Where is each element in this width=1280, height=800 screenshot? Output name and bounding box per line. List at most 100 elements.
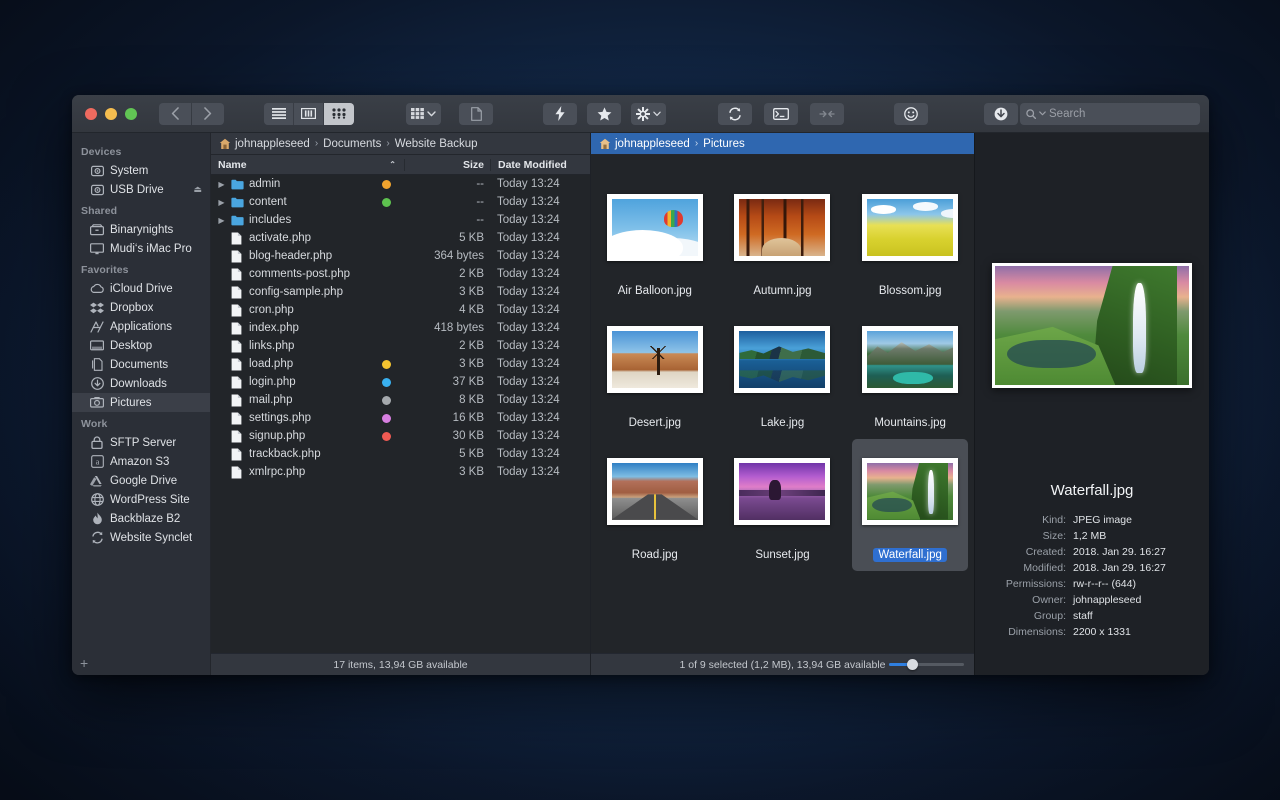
column-header-size[interactable]: Size <box>404 159 490 171</box>
icon-view-button[interactable] <box>324 103 354 125</box>
table-row[interactable]: ▶config-sample.php3 KBToday 13:24 <box>211 283 590 301</box>
sidebar-item-pictures[interactable]: Pictures <box>72 393 210 412</box>
sidebar-item-binarynights[interactable]: Binarynights <box>72 220 210 239</box>
minimize-button[interactable] <box>105 108 117 120</box>
column-header-name[interactable]: Name ⌃ <box>211 159 404 171</box>
sidebar-add-button[interactable]: + <box>72 651 210 675</box>
sidebar-item-documents[interactable]: Documents <box>72 355 210 374</box>
close-button[interactable] <box>85 108 97 120</box>
item-label[interactable]: Mountains.jpg <box>869 416 951 430</box>
table-row[interactable]: ▶activate.php5 KBToday 13:24 <box>211 229 590 247</box>
table-row[interactable]: ▶login.php37 KBToday 13:24 <box>211 373 590 391</box>
breadcrumb-part[interactable]: johnappleseed <box>615 138 690 150</box>
sidebar-item-mudi-s-imac-pro[interactable]: Mudi‘s iMac Pro <box>72 239 210 258</box>
table-row[interactable]: ▶signup.php30 KBToday 13:24 <box>211 427 590 445</box>
item-label[interactable]: Road.jpg <box>627 548 683 562</box>
table-row[interactable]: ▶trackback.php5 KBToday 13:24 <box>211 445 590 463</box>
sidebar-item-wordpress-site[interactable]: WordPress Site <box>72 490 210 509</box>
list-item[interactable]: Autumn.jpg <box>725 175 841 307</box>
item-label[interactable]: Air Balloon.jpg <box>613 284 697 298</box>
right-breadcrumb[interactable]: johnappleseed›Pictures <box>591 133 974 155</box>
new-file-button[interactable] <box>459 103 493 125</box>
table-row[interactable]: ▶mail.php8 KBToday 13:24 <box>211 391 590 409</box>
table-row[interactable]: ▶comments-post.php2 KBToday 13:24 <box>211 265 590 283</box>
back-button[interactable] <box>159 103 191 125</box>
tag-dot-icon[interactable] <box>382 414 391 423</box>
table-row[interactable]: ▶links.php2 KBToday 13:24 <box>211 337 590 355</box>
item-label[interactable]: Waterfall.jpg <box>873 548 947 562</box>
tag-dot-icon[interactable] <box>382 396 391 405</box>
icon-view[interactable]: Air Balloon.jpg Autumn.jpg Blossom.jpg Dese… <box>591 155 974 653</box>
tag-button[interactable] <box>894 103 928 125</box>
file-list[interactable]: ▶admin--Today 13:24▶content--Today 13:24… <box>211 175 590 653</box>
column-header-date[interactable]: Date Modified <box>490 159 590 171</box>
zoom-slider[interactable] <box>889 663 964 666</box>
eject-icon[interactable]: ⏏ <box>193 184 202 195</box>
sync-button[interactable] <box>718 103 752 125</box>
breadcrumb-part[interactable]: Website Backup <box>395 138 478 150</box>
list-item[interactable]: Sunset.jpg <box>725 439 841 571</box>
tag-dot-icon[interactable] <box>382 432 391 441</box>
list-item[interactable]: Blossom.jpg <box>852 175 968 307</box>
sidebar-item-amazon-s3[interactable]: aAmazon S3 <box>72 452 210 471</box>
sidebar-item-system[interactable]: System <box>72 161 210 180</box>
sidebar-item-backblaze-b2[interactable]: Backblaze B2 <box>72 509 210 528</box>
table-row[interactable]: ▶load.php3 KBToday 13:24 <box>211 355 590 373</box>
list-view-button[interactable] <box>264 103 294 125</box>
tag-cell <box>368 414 404 423</box>
favorites-button[interactable] <box>587 103 621 125</box>
zoom-slider-track[interactable] <box>889 663 964 666</box>
table-row[interactable]: ▶settings.php16 KBToday 13:24 <box>211 409 590 427</box>
sidebar-item-usb-drive[interactable]: USB Drive⏏ <box>72 180 210 199</box>
list-item[interactable]: Waterfall.jpg <box>852 439 968 571</box>
breadcrumb-part[interactable]: Pictures <box>703 138 745 150</box>
item-label[interactable]: Desert.jpg <box>624 416 686 430</box>
sidebar-item-website-synclet[interactable]: Website Synclet <box>72 528 210 547</box>
maximize-button[interactable] <box>125 108 137 120</box>
column-view-button[interactable] <box>294 103 324 125</box>
sidebar-item-sftp-server[interactable]: SFTP Server <box>72 433 210 452</box>
disclosure-triangle-icon[interactable]: ▶ <box>217 180 226 189</box>
file-name-cell: ▶links.php <box>211 339 368 353</box>
table-row[interactable]: ▶admin--Today 13:24 <box>211 175 590 193</box>
tag-dot-icon[interactable] <box>382 180 391 189</box>
table-row[interactable]: ▶cron.php4 KBToday 13:24 <box>211 301 590 319</box>
list-item[interactable]: Road.jpg <box>597 439 713 571</box>
tag-dot-icon[interactable] <box>382 360 391 369</box>
compare-button[interactable] <box>810 103 844 125</box>
sidebar-item-google-drive[interactable]: Google Drive <box>72 471 210 490</box>
arrange-by-dropdown[interactable] <box>406 103 441 125</box>
sidebar-item-downloads[interactable]: Downloads <box>72 374 210 393</box>
zoom-slider-knob[interactable] <box>907 659 918 670</box>
breadcrumb-part[interactable]: johnappleseed <box>235 138 310 150</box>
tag-dot-icon[interactable] <box>382 378 391 387</box>
disclosure-triangle-icon[interactable]: ▶ <box>217 198 226 207</box>
list-item[interactable]: Desert.jpg <box>597 307 713 439</box>
breadcrumb-part[interactable]: Documents <box>323 138 381 150</box>
table-row[interactable]: ▶blog-header.php364 bytesToday 13:24 <box>211 247 590 265</box>
terminal-button[interactable] <box>764 103 798 125</box>
item-label[interactable]: Blossom.jpg <box>874 284 947 298</box>
item-label[interactable]: Autumn.jpg <box>748 284 816 298</box>
table-row[interactable]: ▶content--Today 13:24 <box>211 193 590 211</box>
left-breadcrumb[interactable]: johnappleseed›Documents›Website Backup <box>211 133 590 155</box>
disclosure-triangle-icon[interactable]: ▶ <box>217 216 226 225</box>
search-field[interactable]: Search <box>1020 103 1200 125</box>
settings-dropdown[interactable] <box>631 103 666 125</box>
item-label[interactable]: Sunset.jpg <box>750 548 814 562</box>
forward-button[interactable] <box>192 103 224 125</box>
sidebar-item-desktop[interactable]: Desktop <box>72 336 210 355</box>
sidebar-item-dropbox[interactable]: Dropbox <box>72 298 210 317</box>
tag-dot-icon[interactable] <box>382 198 391 207</box>
list-item[interactable]: Lake.jpg <box>725 307 841 439</box>
quick-action-button[interactable] <box>543 103 577 125</box>
list-item[interactable]: Mountains.jpg <box>852 307 968 439</box>
table-row[interactable]: ▶index.php418 bytesToday 13:24 <box>211 319 590 337</box>
sidebar-item-applications[interactable]: Applications <box>72 317 210 336</box>
list-item[interactable]: Air Balloon.jpg <box>597 175 713 307</box>
download-button[interactable] <box>984 103 1018 125</box>
item-label[interactable]: Lake.jpg <box>756 416 809 430</box>
sidebar-item-icloud-drive[interactable]: iCloud Drive <box>72 279 210 298</box>
table-row[interactable]: ▶xmlrpc.php3 KBToday 13:24 <box>211 463 590 481</box>
table-row[interactable]: ▶includes--Today 13:24 <box>211 211 590 229</box>
